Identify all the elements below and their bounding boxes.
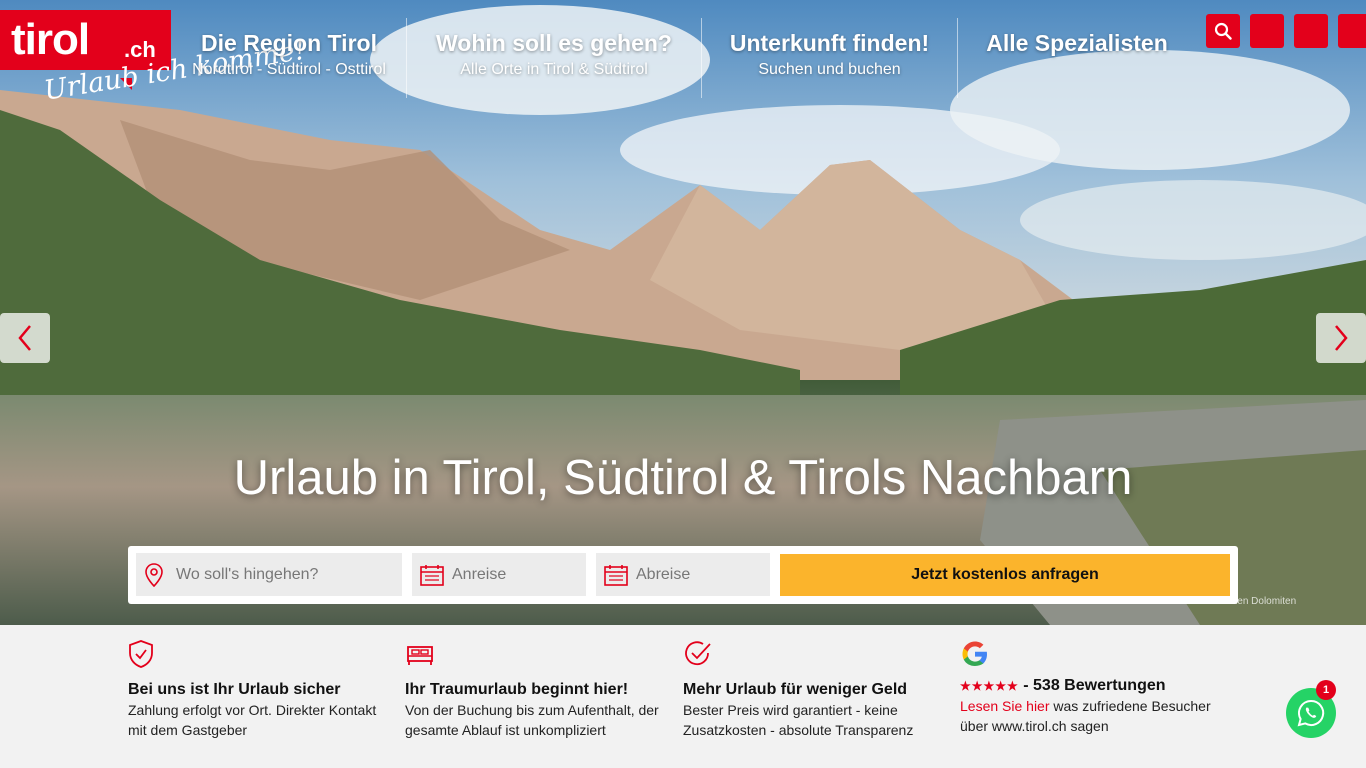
arrival-date-field[interactable]: Anreise xyxy=(412,553,586,596)
search-button[interactable] xyxy=(1206,14,1240,48)
destination-placeholder: Wo soll's hingehen? xyxy=(176,565,319,583)
review-count: - 538 Bewertungen xyxy=(1023,677,1166,694)
calendar-icon xyxy=(604,564,628,586)
request-button[interactable]: Jetzt kostenlos anfragen xyxy=(780,554,1230,596)
chevron-right-icon xyxy=(1335,325,1348,351)
feature-dream-holiday: Ihr Traumurlaub beginnt hier! Von der Bu… xyxy=(405,639,665,740)
reviews-text: Lesen Sie hier was zufriedene Besucher ü… xyxy=(960,696,1220,736)
hero-banner: tirol .ch Urlaub ich komme! Die Region T… xyxy=(0,0,1366,625)
rating-summary: ★★★★★ - 538 Bewertungen xyxy=(960,677,1220,695)
features-bar: Bei uns ist Ihr Urlaub sicher Zahlung er… xyxy=(0,625,1366,768)
logo-text: tirol xyxy=(11,15,90,64)
destination-field[interactable]: Wo soll's hingehen? xyxy=(136,553,402,596)
reviews-block: ★★★★★ - 538 Bewertungen Lesen Sie hier w… xyxy=(960,639,1220,736)
departure-date-field[interactable]: Abreise xyxy=(596,553,770,596)
feature-title: Mehr Urlaub für weniger Geld xyxy=(683,681,908,698)
rating-stars: ★★★★★ xyxy=(960,678,1019,693)
feature-text: Bester Preis wird garantiert - keine Zus… xyxy=(683,702,914,738)
slider-next-button[interactable] xyxy=(1316,313,1366,363)
slider-prev-button[interactable] xyxy=(0,313,50,363)
nav-item-accommodation[interactable]: Unterkunft finden! Suchen und buchen xyxy=(702,18,957,98)
nav-item-specialists[interactable]: Alle Spezialisten xyxy=(958,18,1196,98)
hero-headline: Urlaub in Tirol, Südtirol & Tirols Nachb… xyxy=(233,451,1133,505)
feature-text: Zahlung erfolgt vor Ort. Direkter Kontak… xyxy=(128,702,377,738)
departure-placeholder: Abreise xyxy=(636,565,691,583)
feature-value: Mehr Urlaub für weniger Geld Bester Prei… xyxy=(683,639,943,740)
google-icon xyxy=(962,641,987,666)
nav-item-subtitle: Suchen und buchen xyxy=(758,61,901,78)
nav-item-subtitle: Alle Orte in Tirol & Südtirol xyxy=(460,61,648,78)
bed-icon xyxy=(407,646,433,665)
nav-item-title: Unterkunft finden! xyxy=(729,30,930,56)
shield-check-icon xyxy=(129,640,153,668)
whatsapp-badge: 1 xyxy=(1316,680,1336,700)
nav-item-title: Die Region Tirol xyxy=(201,30,377,56)
chevron-left-icon xyxy=(18,325,31,351)
nav-item-region[interactable]: Die Region Tirol Nordtirol - Südtirol - … xyxy=(172,18,406,98)
feature-title: Ihr Traumurlaub beginnt hier! xyxy=(405,681,629,698)
reviews-link[interactable]: Lesen Sie hier xyxy=(960,698,1050,714)
feature-title: Bei uns ist Ihr Urlaub sicher xyxy=(128,681,341,698)
feature-text: Von der Buchung bis zum Aufenthalt, der … xyxy=(405,702,659,738)
search-icon xyxy=(1214,22,1232,40)
whatsapp-icon xyxy=(1297,699,1325,727)
arrival-placeholder: Anreise xyxy=(452,565,507,583)
feature-secure: Bei uns ist Ihr Urlaub sicher Zahlung er… xyxy=(128,639,388,740)
nav-item-destinations[interactable]: Wohin soll es gehen? Alle Orte in Tirol … xyxy=(407,18,701,98)
calendar-icon xyxy=(420,564,444,586)
nav-item-title: Alle Spezialisten xyxy=(986,30,1168,56)
top-button-4[interactable] xyxy=(1338,14,1366,48)
nav-item-title: Wohin soll es gehen? xyxy=(436,30,672,56)
location-pin-icon xyxy=(144,562,164,587)
main-nav: Die Region Tirol Nordtirol - Südtirol - … xyxy=(172,18,1196,98)
top-button-3[interactable] xyxy=(1294,14,1328,48)
search-bar: Wo soll's hingehen? Anreise Abreise Jetz… xyxy=(128,546,1238,604)
nav-item-subtitle: Nordtirol - Südtirol - Osttirol xyxy=(192,61,386,78)
top-button-2[interactable] xyxy=(1250,14,1284,48)
top-buttons xyxy=(1206,14,1366,48)
circle-check-icon xyxy=(685,641,711,666)
